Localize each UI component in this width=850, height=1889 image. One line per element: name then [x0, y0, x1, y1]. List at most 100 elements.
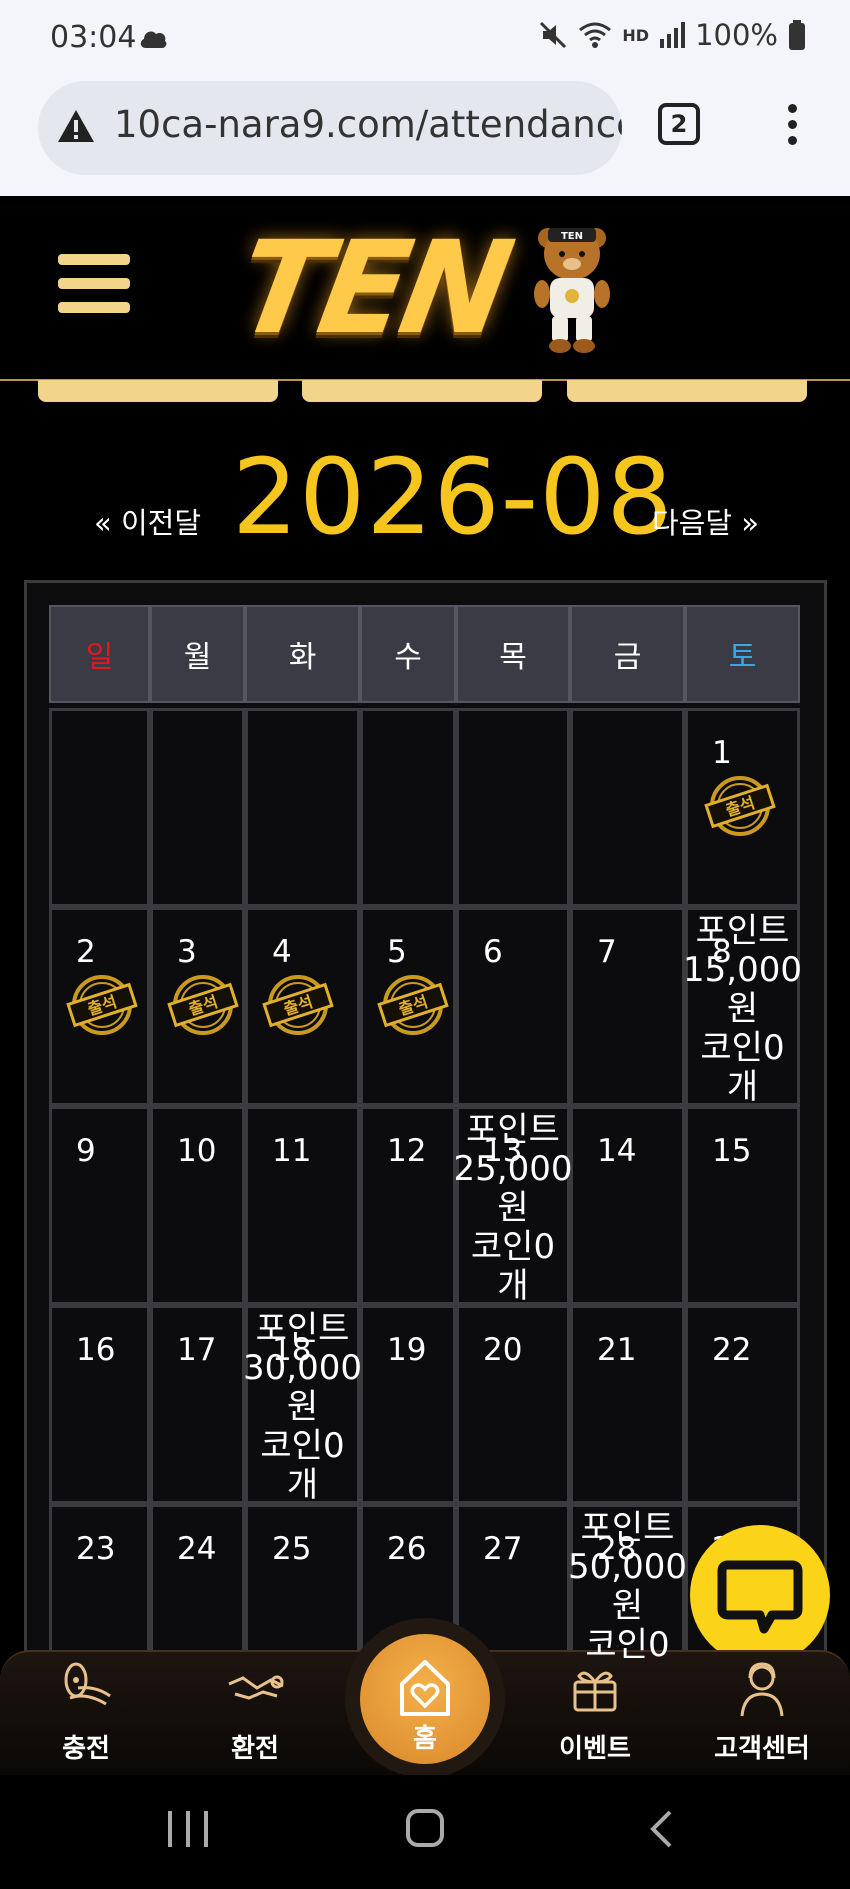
battery-icon	[789, 20, 805, 50]
reward-line: 개	[726, 1067, 759, 1107]
status-time: 03:04	[50, 20, 137, 55]
prev-month-link[interactable]: « 이전달	[94, 500, 201, 542]
calendar-day-13[interactable]: 13 포인트 25,000 원 코인0 개	[453, 1106, 573, 1306]
header-tab-3[interactable]	[567, 380, 807, 402]
system-home-icon[interactable]	[406, 1809, 444, 1847]
calendar-day-8[interactable]: 8 포인트 15,000 원 코인0 개	[682, 907, 803, 1107]
calendar-day-6[interactable]: 6	[456, 907, 570, 1106]
nav-home[interactable]: 홈	[360, 1634, 490, 1764]
calendar-empty-cell	[49, 708, 150, 907]
exchange-handshake-icon	[228, 1675, 284, 1700]
day-number: 27	[483, 1531, 523, 1567]
calendar-day-9[interactable]: 9	[49, 1106, 150, 1305]
day-number: 2	[76, 934, 96, 970]
reward-line: 원	[497, 1188, 529, 1228]
url-text[interactable]: 10ca-nara9.com/attendance2	[114, 103, 622, 146]
calendar-day-17[interactable]: 17	[150, 1305, 245, 1504]
day-number: 14	[597, 1133, 637, 1169]
calendar-day-2[interactable]: 2 출석	[49, 907, 150, 1106]
day-number: 10	[177, 1133, 217, 1169]
logo-text: TEN	[226, 214, 518, 363]
header-tab-1[interactable]	[38, 380, 278, 402]
weekday-header-sat: 토	[685, 605, 800, 703]
nav-event-label: 이벤트	[559, 1734, 631, 1764]
battery-percent: 100%	[695, 18, 778, 52]
calendar-day-23[interactable]: 23	[49, 1504, 150, 1664]
system-back-icon[interactable]	[648, 1809, 674, 1849]
calendar-day-1[interactable]: 1 출석	[685, 708, 800, 907]
reward-line: 포인트	[580, 1508, 675, 1548]
day-number: 17	[177, 1332, 217, 1368]
hamburger-menu-icon[interactable]	[58, 254, 130, 326]
site-logo[interactable]: TEN TEN	[227, 214, 610, 364]
calendar-day-19[interactable]: 19	[360, 1305, 456, 1504]
calendar-day-5[interactable]: 5 출석	[360, 907, 456, 1106]
calendar-day-4[interactable]: 4 출석	[245, 907, 360, 1106]
nav-exchange[interactable]: 환전	[195, 1652, 315, 1765]
reward-info: 포인트 15,000 원 코인0 개	[682, 912, 803, 1107]
day-number: 21	[597, 1332, 637, 1368]
header-tab-2[interactable]	[302, 380, 542, 402]
day-number: 23	[76, 1531, 116, 1567]
signal-icon	[660, 22, 686, 48]
calendar-day-14[interactable]: 14	[570, 1106, 685, 1305]
next-month-link[interactable]: 다음달 »	[652, 500, 759, 542]
current-month-title: 2026-08	[232, 436, 674, 558]
calendar-day-15[interactable]: 15	[685, 1106, 800, 1305]
home-heart-icon	[400, 1660, 450, 1716]
tab-switcher-button[interactable]: 2	[658, 103, 700, 145]
nav-home-label: 홈	[413, 1724, 437, 1754]
nav-charge[interactable]: 충전	[26, 1652, 146, 1765]
calendar-day-12[interactable]: 12	[360, 1106, 456, 1305]
day-number: 11	[272, 1133, 312, 1169]
day-number: 16	[76, 1332, 116, 1368]
calendar-day-21[interactable]: 21	[570, 1305, 685, 1504]
reward-info: 포인트 30,000 원 코인0 개	[242, 1310, 363, 1505]
reward-line: 코인0	[585, 1625, 670, 1665]
calendar-day-16[interactable]: 16	[49, 1305, 150, 1504]
support-agent-icon	[740, 1662, 784, 1717]
browser-menu-button[interactable]	[786, 104, 798, 148]
calendar-day-18[interactable]: 18 포인트 30,000 원 코인0 개	[242, 1305, 363, 1505]
day-number: 20	[483, 1332, 523, 1368]
day-number: 3	[177, 934, 197, 970]
nav-exchange-label: 환전	[231, 1734, 279, 1764]
weather-cloud-icon	[140, 31, 167, 48]
calendar-day-24[interactable]: 24	[150, 1504, 245, 1664]
calendar-day-11[interactable]: 11	[245, 1106, 360, 1305]
reward-line: 원	[286, 1387, 319, 1427]
nav-support[interactable]: 고객센터	[702, 1652, 822, 1765]
day-number: 19	[387, 1332, 427, 1368]
reward-line: 포인트	[466, 1110, 560, 1150]
chat-bubble-icon	[717, 1560, 803, 1634]
day-number: 25	[272, 1531, 312, 1567]
bear-cap-text: TEN	[561, 231, 583, 242]
day-number: 1	[712, 735, 732, 771]
nav-event[interactable]: 이벤트	[535, 1652, 655, 1765]
attendance-stamp-icon: 출석	[66, 975, 138, 1035]
attendance-stamp-icon: 출석	[704, 776, 776, 836]
reward-line: 30,000	[243, 1348, 362, 1388]
calendar-day-28[interactable]: 28 포인트 50,000 원 코인0	[568, 1504, 687, 1665]
reward-line: 원	[611, 1586, 644, 1626]
bear-mascot-icon: TEN	[534, 228, 610, 353]
calendar-empty-cell	[150, 708, 245, 907]
system-navigation-bar	[0, 1775, 850, 1889]
attendance-stamp-icon: 출석	[377, 975, 449, 1035]
calendar-day-25[interactable]: 25	[245, 1504, 360, 1664]
weekday-header-tue: 화	[245, 605, 360, 703]
calendar-day-22[interactable]: 22	[685, 1305, 800, 1504]
reward-info: 포인트 25,000 원 코인0 개	[453, 1111, 573, 1306]
live-chat-button[interactable]	[690, 1525, 830, 1665]
calendar-empty-cell	[360, 708, 456, 907]
day-number: 15	[712, 1133, 752, 1169]
recent-apps-icon[interactable]	[168, 1811, 208, 1847]
calendar-day-3[interactable]: 3 출석	[150, 907, 245, 1106]
calendar-day-10[interactable]: 10	[150, 1106, 245, 1305]
day-number: 24	[177, 1531, 217, 1567]
not-secure-warning-icon[interactable]	[56, 108, 96, 144]
calendar-day-7[interactable]: 7	[570, 907, 685, 1106]
hd-voice-badge: HD	[622, 25, 650, 45]
calendar-day-20[interactable]: 20	[456, 1305, 570, 1504]
address-bar[interactable]: 10ca-nara9.com/attendance2	[38, 81, 622, 175]
